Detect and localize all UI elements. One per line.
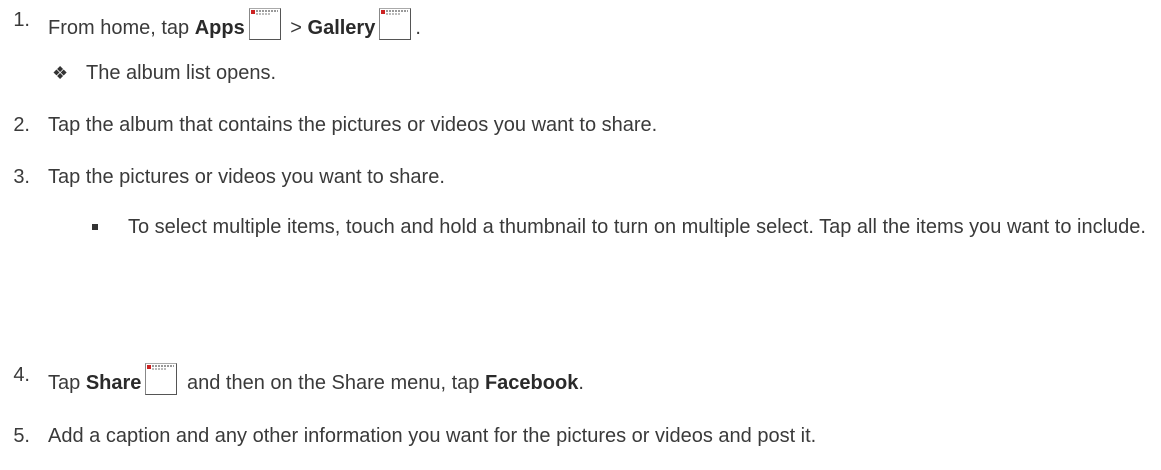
square-bullet-icon	[92, 224, 98, 230]
step-number: 2.	[13, 114, 30, 136]
apps-label: Apps	[194, 17, 245, 39]
result-note-text: The album list opens.	[86, 62, 277, 84]
step-text: Tap Share and then on the Share menu, ta…	[48, 363, 584, 395]
share-icon	[145, 363, 178, 395]
step-number: 4.	[13, 364, 30, 386]
share-label: Share	[85, 372, 142, 394]
gallery-icon	[379, 8, 412, 40]
step-text-part: Tap	[48, 372, 86, 394]
step-number: 3.	[13, 166, 30, 188]
step-text-end: .	[578, 372, 584, 394]
step-number: 1.	[13, 9, 30, 31]
step-text: Add a caption and any other information …	[48, 425, 817, 447]
step-text-end: .	[415, 17, 421, 39]
diamond-bullet-icon: ❖	[52, 63, 69, 83]
step-text: Tap the album that contains the pictures…	[48, 114, 658, 136]
facebook-label: Facebook	[484, 372, 579, 394]
step-text-part: and then on the Share menu, tap	[181, 372, 485, 394]
step-text-separator: >	[284, 17, 308, 39]
step-text: From home, tap Apps > Gallery.	[48, 8, 421, 40]
apps-icon	[248, 8, 281, 40]
step-number: 5.	[13, 425, 30, 447]
gallery-label: Gallery	[307, 17, 376, 39]
tip-text: To select multiple items, touch and hold…	[128, 216, 1146, 238]
step-text-part: From home, tap	[48, 17, 195, 39]
step-text: Tap the pictures or videos you want to s…	[48, 166, 445, 188]
